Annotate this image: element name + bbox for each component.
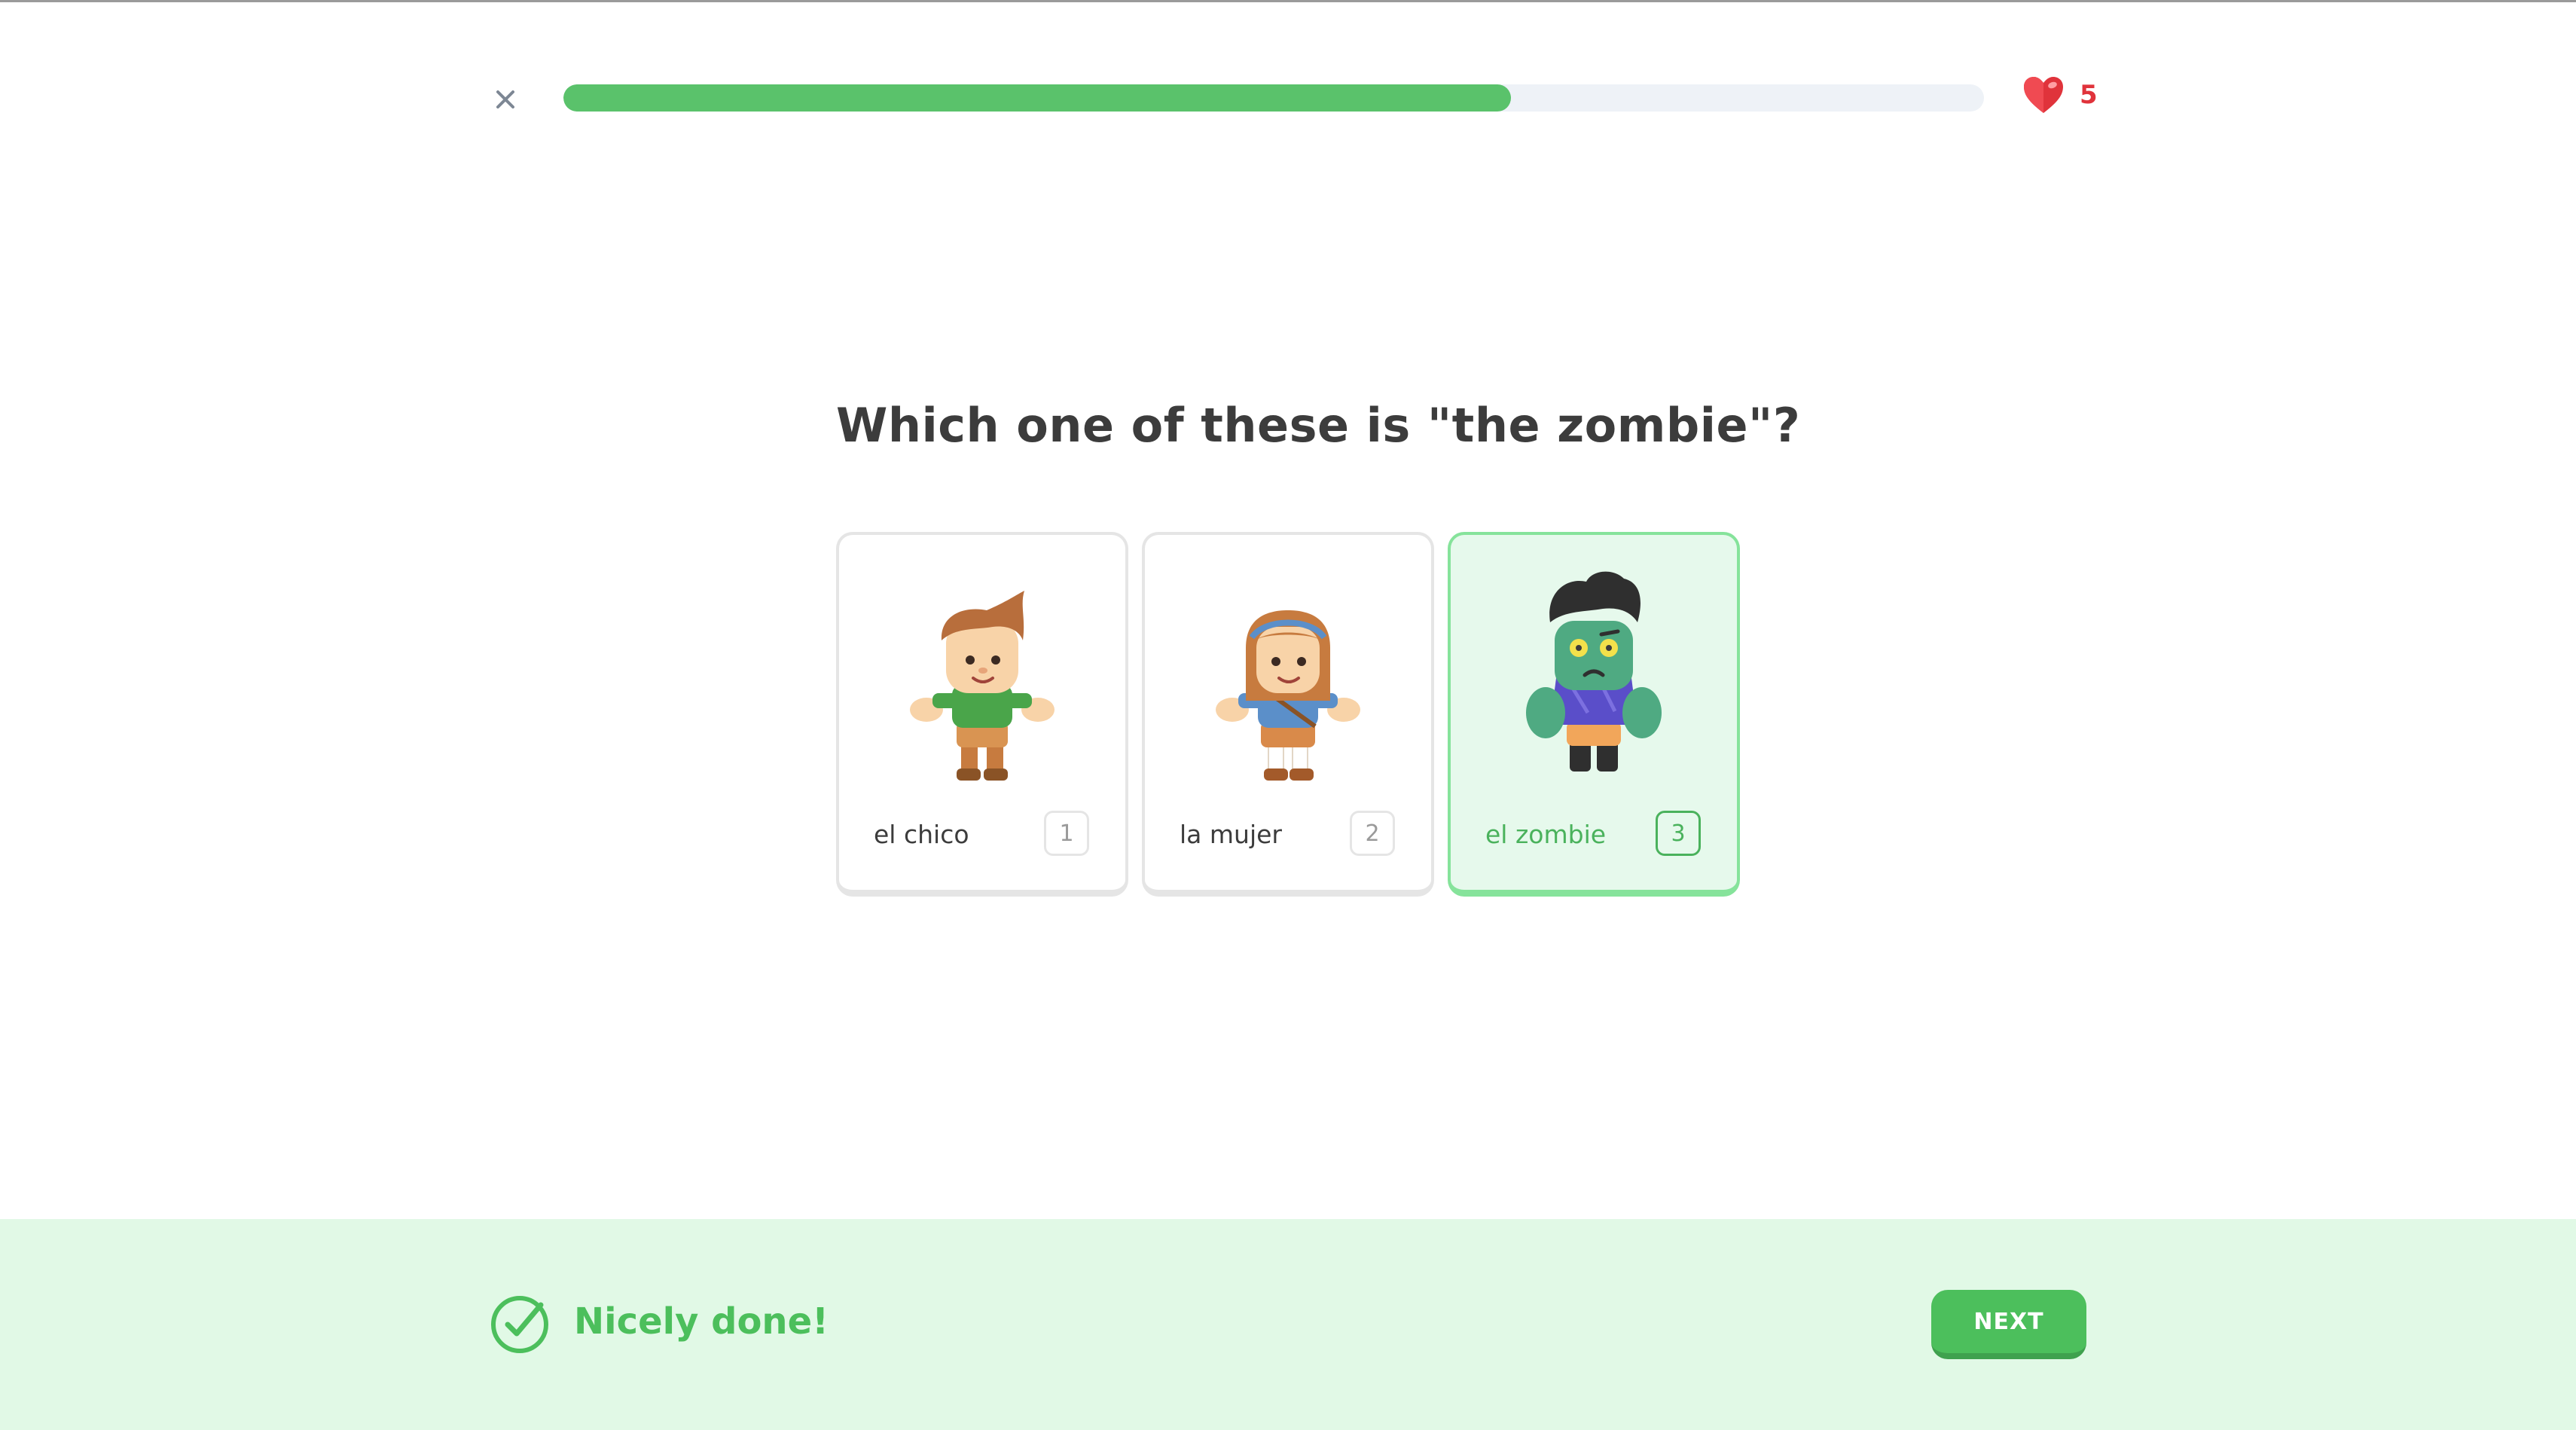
woman-illustration [1145,558,1431,784]
next-button[interactable]: NEXT [1931,1290,2086,1359]
choice-key-badge: 2 [1350,811,1395,856]
close-icon [496,90,514,108]
choice-card-el-chico[interactable]: el chico 1 [836,532,1128,897]
close-lesson-button[interactable] [487,81,523,118]
check-circle-icon [491,1296,548,1353]
choice-label: la mujer [1180,820,1282,849]
window-top-border [0,0,2576,2]
zombie-illustration [1451,558,1737,784]
hearts-counter[interactable]: 5 [2022,75,2098,115]
heart-icon [2024,77,2063,113]
choice-label: el chico [874,820,969,849]
lesson-progress-fill [563,84,1511,112]
question-prompt: Which one of these is "the zombie"? [836,398,1801,453]
choice-card-la-mujer[interactable]: la mujer 2 [1142,532,1434,897]
feedback-message: Nicely done! [574,1300,829,1343]
choice-label: el zombie [1485,820,1607,849]
choice-card-el-zombie[interactable]: el zombie 3 [1448,532,1740,897]
choice-key-badge: 1 [1044,811,1089,856]
feedback-footer [0,1219,2576,1430]
hearts-count: 5 [2080,80,2098,110]
boy-illustration [839,558,1125,784]
lesson-progress-bar [563,84,1984,112]
choice-key-badge: 3 [1656,811,1701,856]
